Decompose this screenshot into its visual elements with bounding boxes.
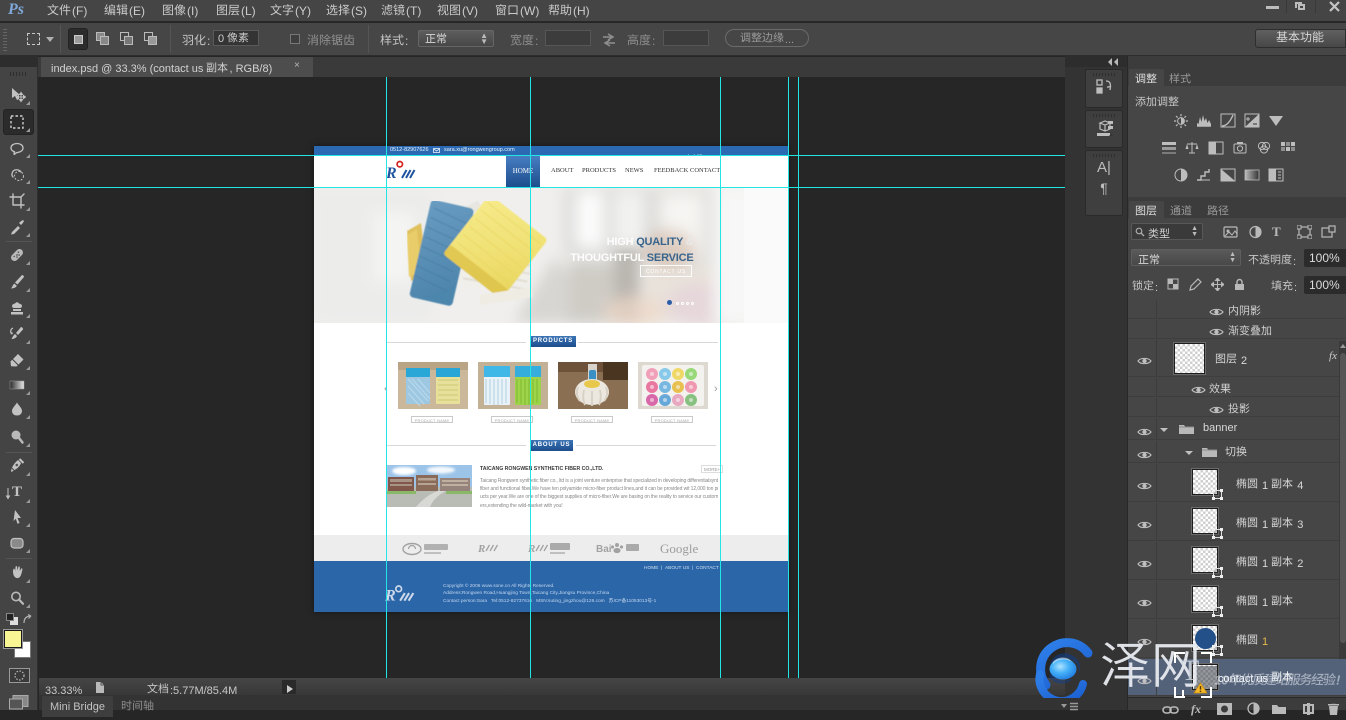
- svg-text:Google: Google: [660, 541, 699, 556]
- svg-text:10: 10: [1214, 673, 1229, 688]
- svg-text:R: R: [386, 165, 397, 182]
- svg-text:Bai: Bai: [596, 544, 612, 555]
- svg-text:R: R: [477, 543, 485, 555]
- svg-text:R: R: [385, 587, 396, 604]
- svg-text:R: R: [527, 543, 535, 555]
- svg-text:!: !: [1336, 673, 1341, 688]
